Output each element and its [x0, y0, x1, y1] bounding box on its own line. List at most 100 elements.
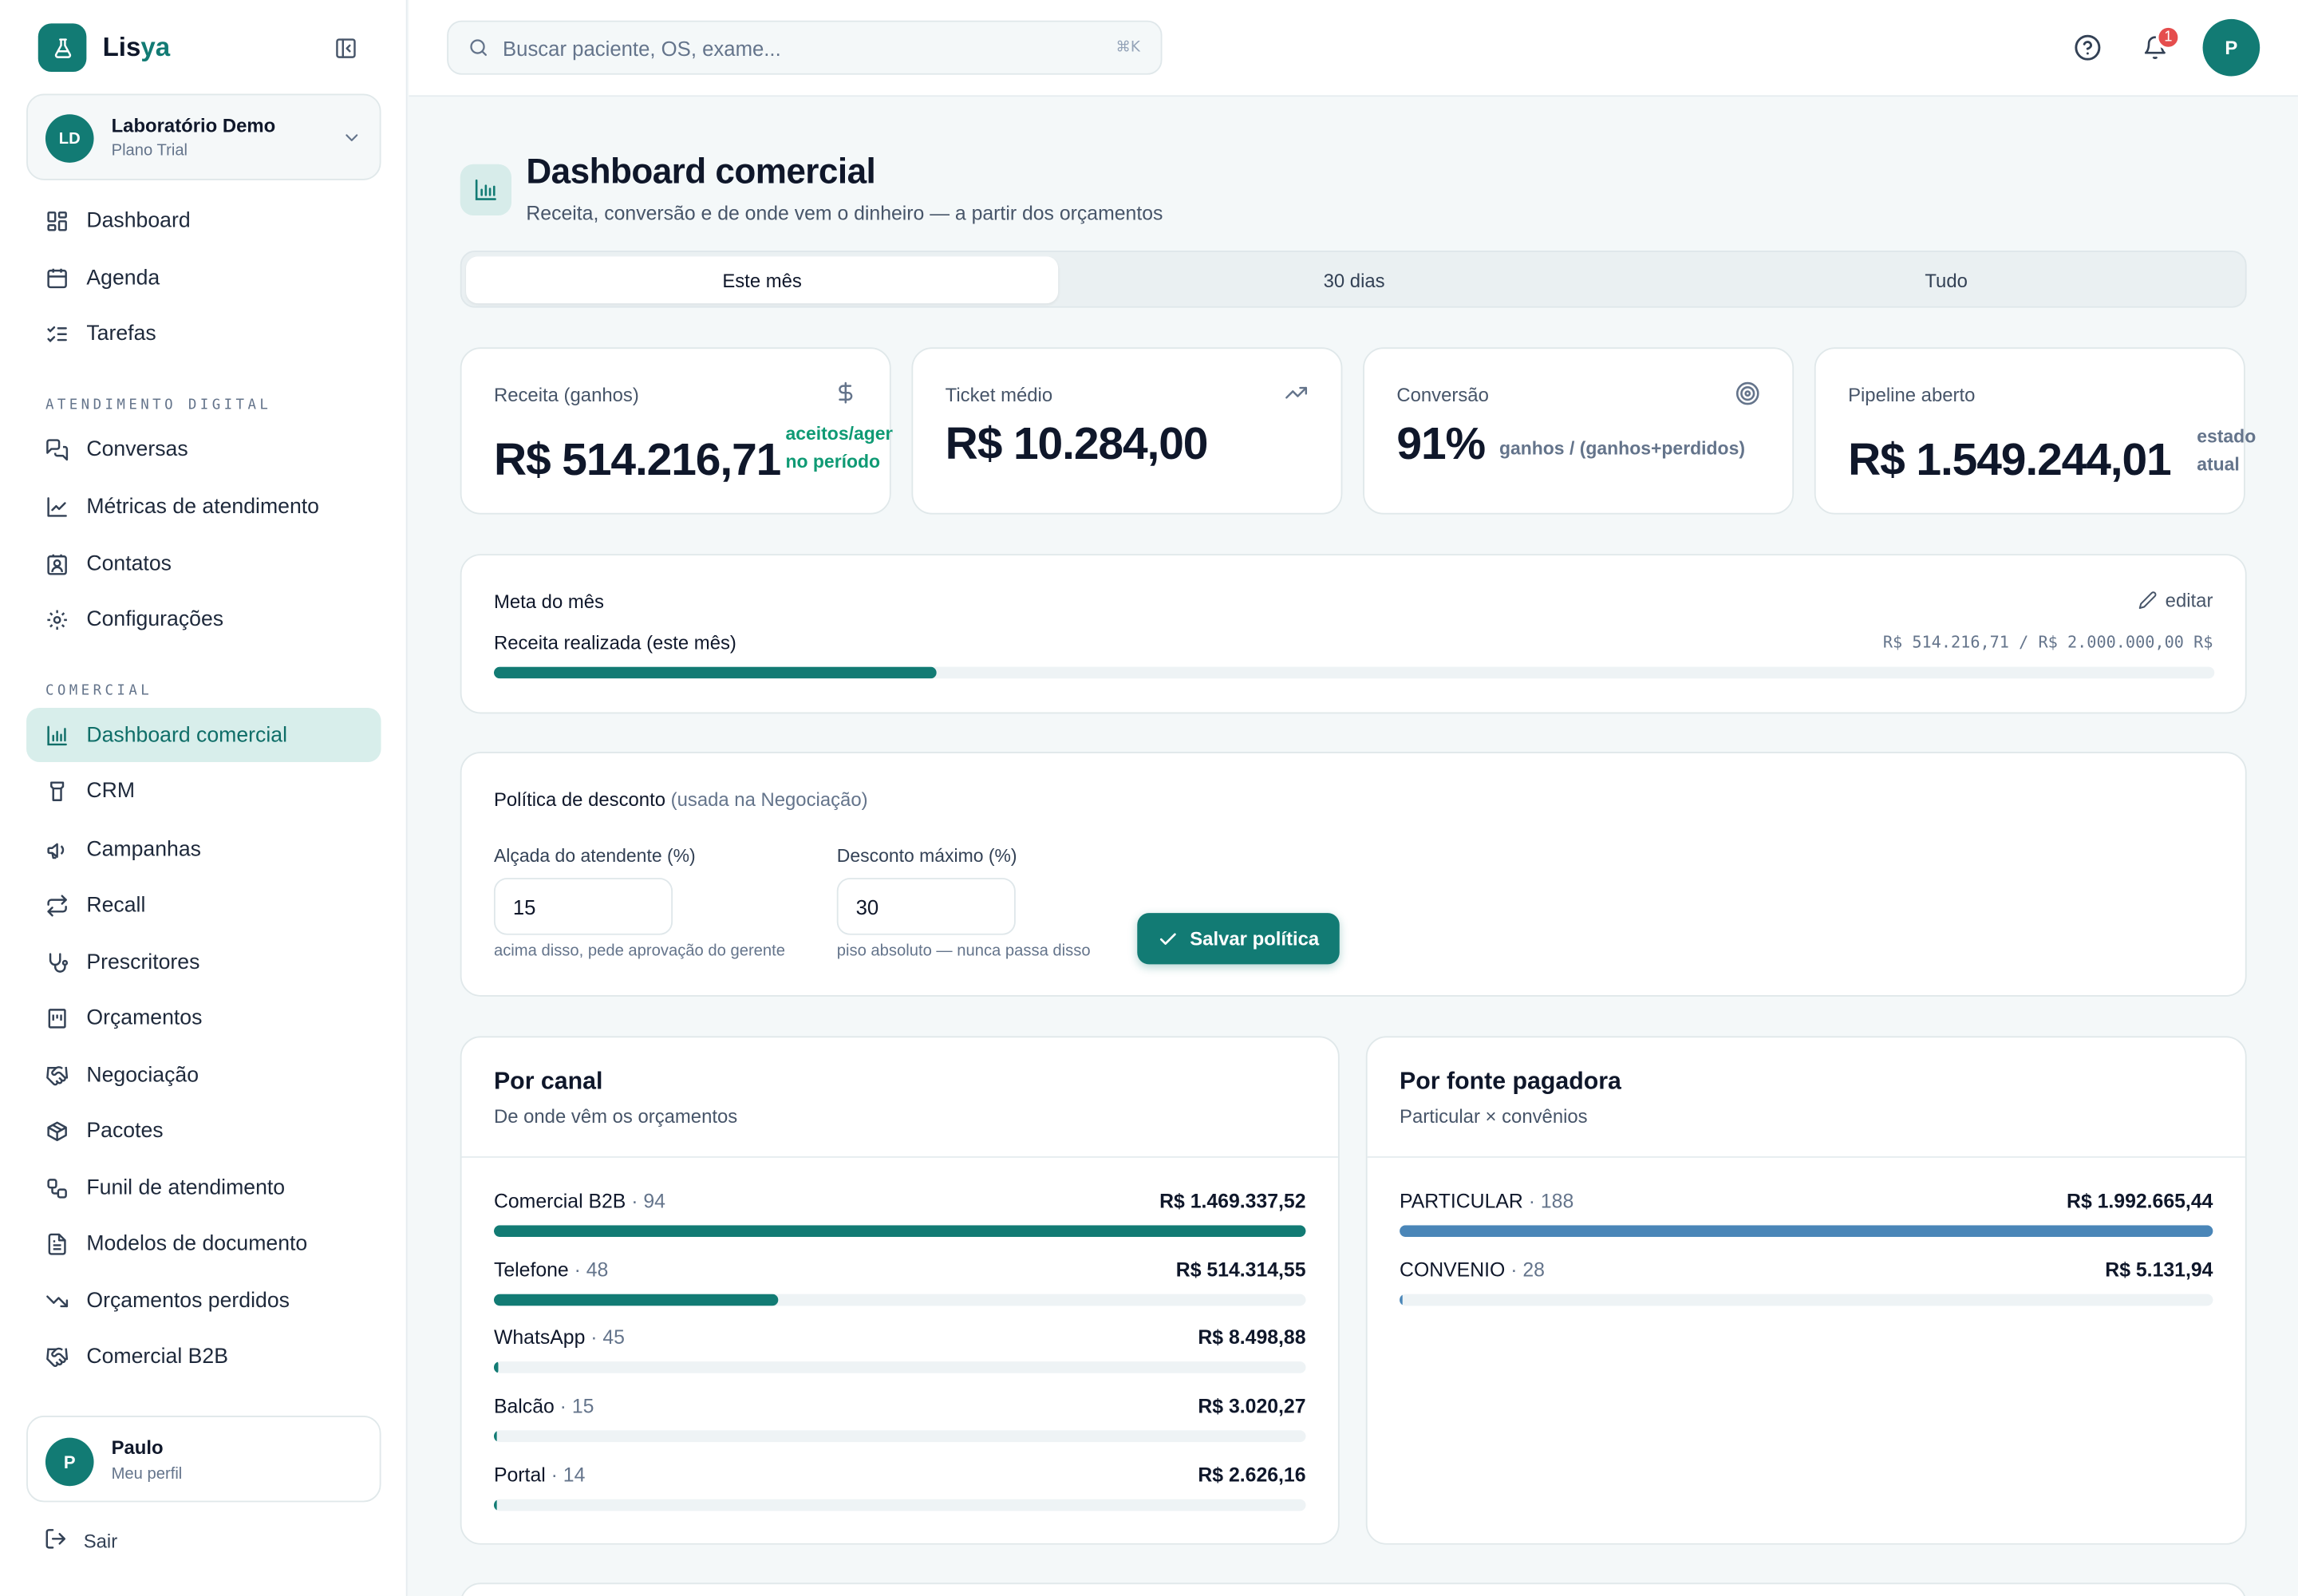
- panel-title: Por fonte pagadora: [1400, 1068, 1621, 1095]
- breakdown-row-value: R$ 3.020,27: [1198, 1395, 1306, 1418]
- sidebar-item-campanhas[interactable]: Campanhas: [26, 822, 381, 876]
- megaphone-icon: [44, 836, 70, 863]
- kpi-label: Receita (ganhos): [493, 384, 639, 406]
- layout-dashboard-icon: [44, 207, 70, 234]
- breakdown-row-label: Telefone · 48: [493, 1258, 609, 1281]
- chevron-down-icon: [342, 128, 362, 156]
- sidebar-item-prescritores[interactable]: Prescritores: [26, 935, 381, 990]
- sidebar-item-orcamentos-perdidos[interactable]: Orçamentos perdidos: [26, 1274, 381, 1328]
- kpi-note-line2: no período: [785, 451, 881, 472]
- page-title: Dashboard comercial: [526, 152, 876, 192]
- save-policy-button[interactable]: Salvar política: [1137, 913, 1340, 965]
- brand[interactable]: Lisya: [38, 23, 170, 72]
- search-input[interactable]: [502, 22, 1089, 73]
- sidebar-item-negociacao[interactable]: Negociação: [26, 1048, 381, 1102]
- logout-button[interactable]: Sair: [44, 1527, 117, 1555]
- kpi-note-clip: aceitos/agend no período: [785, 421, 892, 491]
- sidebar-item-configuracoes[interactable]: Configurações: [26, 592, 381, 646]
- sidebar-item-orcamentos[interactable]: Orçamentos: [26, 990, 381, 1045]
- sidebar-item-tarefas[interactable]: Tarefas: [26, 306, 381, 361]
- goal-row-label: Receita realizada (este mês): [493, 631, 736, 654]
- breakdown-row-label: Portal · 14: [493, 1464, 586, 1486]
- breakdown-bar-track: [493, 1294, 1306, 1306]
- topbar: ⌘K 1 P: [409, 0, 2298, 97]
- breakdown-bar-fill: [493, 1294, 779, 1306]
- workflow-icon: [44, 1175, 70, 1201]
- kpi-value: R$ 1.549.244,01: [1848, 433, 2172, 485]
- desconto-max-input[interactable]: [836, 878, 1016, 935]
- kpi-value: R$ 10.284,00: [945, 417, 1209, 469]
- sidebar-item-recall[interactable]: Recall: [26, 878, 381, 932]
- org-avatar: LD: [45, 114, 94, 163]
- breakdown-row-label: WhatsApp · 45: [493, 1326, 625, 1349]
- sidebar-item-funil[interactable]: Funil de atendimento: [26, 1161, 381, 1215]
- goal-progress-track: [493, 666, 2215, 679]
- file-text-icon: [44, 1231, 70, 1257]
- tab-tudo[interactable]: Tudo: [1650, 256, 2242, 303]
- kpi-note-line2: atual: [2197, 454, 2240, 476]
- sidebar-item-modelos[interactable]: Modelos de documento: [26, 1216, 381, 1270]
- profile-card[interactable]: P Paulo Meu perfil: [26, 1416, 381, 1503]
- sidebar-item-contatos[interactable]: Contatos: [26, 536, 381, 591]
- tab-30-dias[interactable]: 30 dias: [1058, 256, 1650, 303]
- main-content: Dashboard comercial Receita, conversão e…: [409, 97, 2298, 1596]
- sidebar-item-pacotes[interactable]: Pacotes: [26, 1104, 381, 1158]
- collapse-sidebar-icon[interactable]: [331, 34, 361, 63]
- help-icon[interactable]: [2074, 34, 2102, 69]
- breakdown-bar-track: [493, 1361, 1306, 1374]
- next-section-card: [460, 1582, 2247, 1596]
- breakdown-bar-fill: [493, 1499, 498, 1511]
- sidebar-item-label: Recall: [86, 893, 146, 917]
- sidebar-item-conversas[interactable]: Conversas: [26, 422, 381, 476]
- org-switcher[interactable]: LD Laboratório Demo Plano Trial: [26, 93, 381, 180]
- sidebar-item-label: Agenda: [86, 266, 160, 290]
- discount-policy-card: Política de desconto (usada na Negociaçã…: [460, 752, 2247, 997]
- kpi-value: 91%: [1396, 417, 1486, 469]
- sidebar-item-metricas[interactable]: Métricas de atendimento: [26, 480, 381, 534]
- profile-name: Paulo: [111, 1436, 164, 1459]
- by-payer-card: Por fonte pagadora Particular × convênio…: [1365, 1036, 2247, 1545]
- sidebar-item-label: Contatos: [86, 551, 172, 575]
- sidebar-item-agenda[interactable]: Agenda: [26, 251, 381, 305]
- edit-goal-label: editar: [2165, 589, 2213, 611]
- breakdown-bar-fill: [493, 1225, 1306, 1238]
- kpi-note-line1: estado: [2197, 426, 2257, 448]
- breakdown-bar-track: [493, 1430, 1306, 1443]
- receipt-icon: [44, 1005, 70, 1031]
- policy-title: Política de desconto (usada na Negociaçã…: [493, 788, 868, 811]
- goal-title: Meta do mês: [493, 591, 605, 613]
- user-avatar[interactable]: P: [2202, 18, 2260, 77]
- brand-name: Lisya: [102, 32, 171, 62]
- field-label-alcada: Alçada do atendente (%): [493, 845, 696, 867]
- sidebar-item-label: Campanhas: [86, 837, 201, 861]
- sidebar-item-label: Dashboard comercial: [86, 723, 288, 747]
- sidebar-item-dashboard[interactable]: Dashboard: [26, 193, 381, 247]
- section-label-comercial: COMERCIAL: [45, 682, 153, 700]
- breakdown-row-label: Comercial B2B · 94: [493, 1190, 665, 1212]
- breakdown-bar-fill: [1400, 1225, 2213, 1238]
- search-box[interactable]: ⌘K: [447, 20, 1163, 75]
- org-name: Laboratório Demo: [111, 114, 276, 136]
- period-tabs: Este mês 30 dias Tudo: [460, 251, 2247, 308]
- sidebar-item-comercial-b2b[interactable]: Comercial B2B: [26, 1329, 381, 1384]
- flask-icon: [38, 23, 87, 72]
- sidebar-item-label: Orçamentos: [86, 1005, 203, 1030]
- target-icon: [1735, 381, 1760, 413]
- kpi-note-line1: aceitos/agend: [785, 423, 892, 444]
- goal-card: Meta do mês editar Receita realizada (es…: [460, 554, 2247, 714]
- calendar-icon: [44, 264, 70, 290]
- tab-este-mes[interactable]: Este mês: [466, 256, 1059, 304]
- breakdown-row-value: R$ 1.469.337,52: [1159, 1190, 1306, 1212]
- field-hint-desconto-max: piso absoluto — nunca passa disso: [836, 942, 1091, 960]
- kpi-label: Pipeline aberto: [1848, 384, 1976, 406]
- breakdown-bar-fill: [493, 1430, 498, 1443]
- breakdown-bar-track: [493, 1499, 1306, 1511]
- stethoscope-icon: [44, 949, 70, 975]
- alcada-input[interactable]: [493, 878, 673, 935]
- breakdown-row-value: R$ 5.131,94: [2105, 1258, 2213, 1281]
- sidebar-item-dashboard-comercial[interactable]: Dashboard comercial: [26, 708, 381, 762]
- bar-chart-icon: [460, 164, 512, 215]
- sidebar-item-crm[interactable]: CRM: [26, 764, 381, 818]
- edit-goal-button[interactable]: editar: [2139, 589, 2213, 611]
- org-plan: Plano Trial: [111, 142, 188, 160]
